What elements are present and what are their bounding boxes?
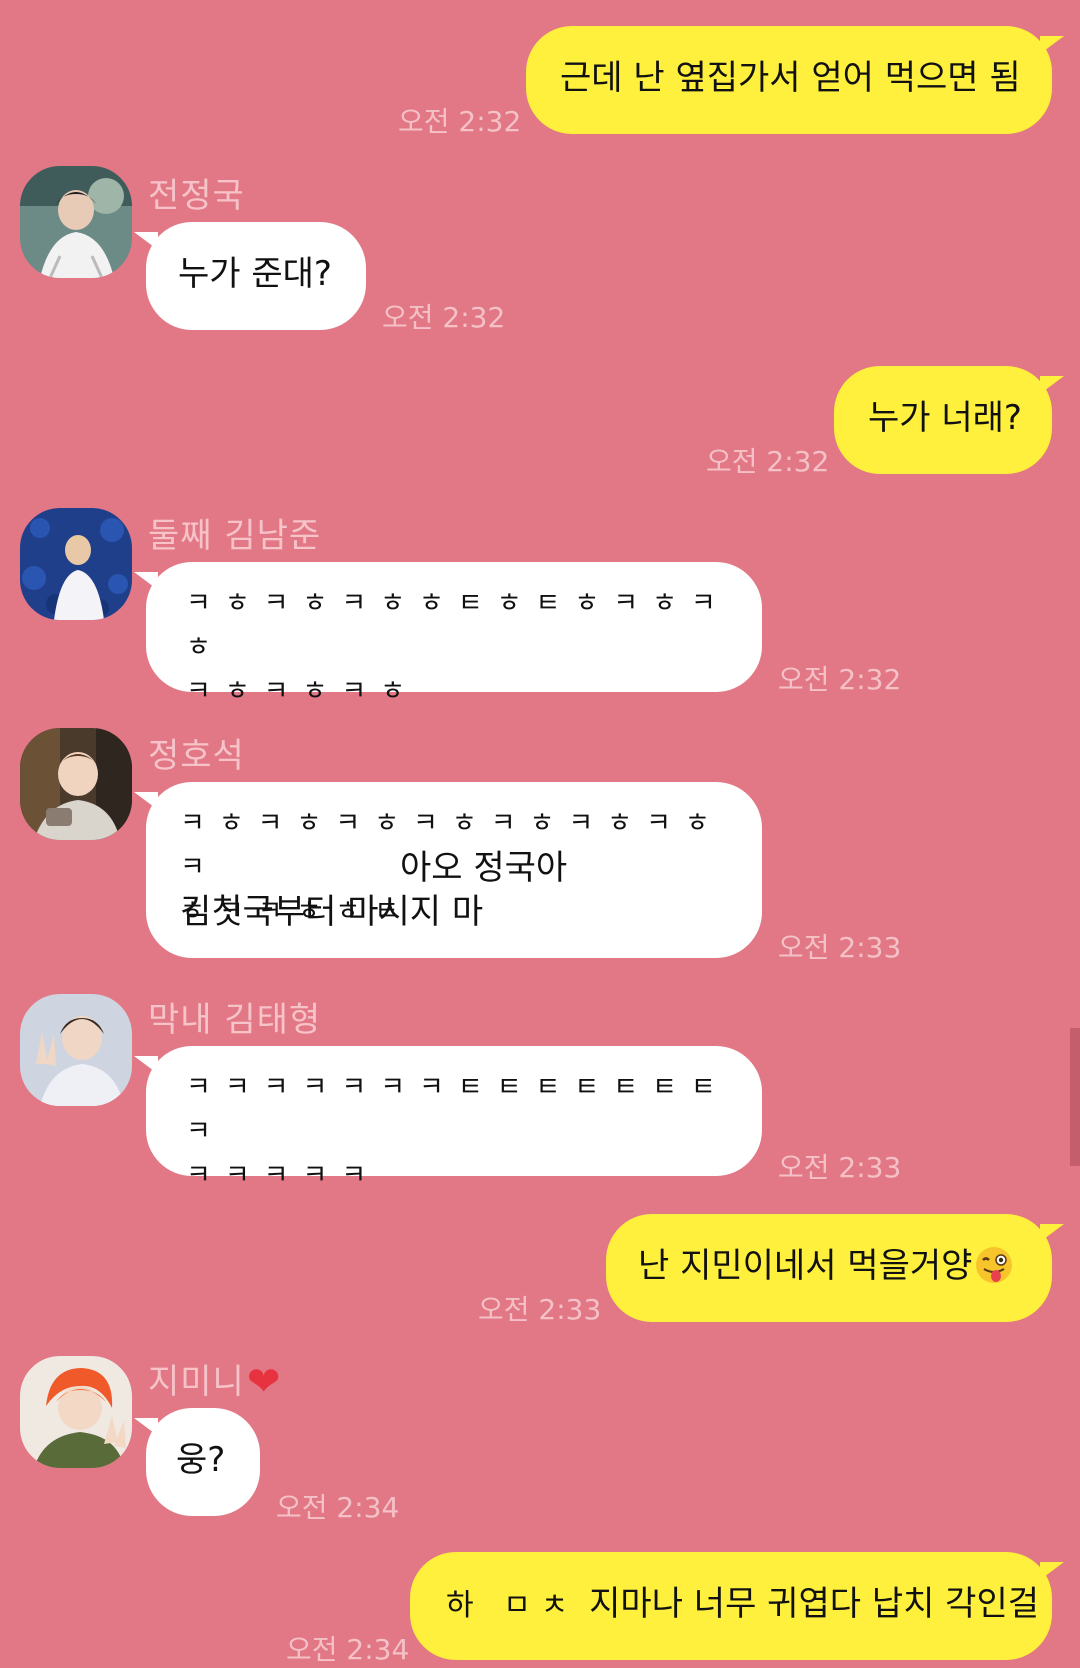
incoming-message-bubble[interactable]: ㅋㅎㅋㅎㅋㅎㅎㅌㅎㅌㅎㅋㅎㅋㅎ ㅋㅎㅋㅎㅋㅎ [134, 562, 762, 707]
message-time: 오전 2:34 [276, 1491, 400, 1524]
message-time: 오전 2:33 [778, 1151, 902, 1184]
bubble-tail [134, 232, 158, 250]
bubble-tail [134, 792, 158, 810]
sender-name: 막내 김태형 [148, 1000, 322, 1040]
laugh-text: 하 ㅁㅊ [446, 1588, 579, 1623]
incoming-message-bubble[interactable]: 누가 준대? [134, 222, 366, 330]
outgoing-message-bubble[interactable]: 하 ㅁㅊ 지마나 너무 귀엽다 납치 각인걸 [410, 1552, 1064, 1660]
message-text: 웅? [176, 1440, 226, 1480]
message-time: 오전 2:32 [778, 663, 902, 696]
outgoing-message-bubble[interactable]: 근데 난 옆집가서 얻어 먹으면 됨 [526, 26, 1064, 134]
outgoing-message-bubble[interactable]: 난 지민이네서 먹을거양 [606, 1214, 1064, 1322]
message-time: 오전 2:33 [478, 1293, 602, 1326]
bubble-tail [1040, 1224, 1064, 1242]
message-text: ㅋㅋㅋㅋㅋㅋㅋㅌㅌㅌㅌㅌㅌㅌㅋ ㅋㅋㅋㅋㅋ [186, 1072, 730, 1191]
heart-icon: ❤ [246, 1359, 282, 1405]
message-time: 오전 2:34 [286, 1633, 410, 1666]
message-text: 난 지민이네서 먹을거양 [638, 1244, 1052, 1288]
sender-name: 지미니❤ [148, 1354, 281, 1405]
message-time: 오전 2:32 [706, 445, 830, 478]
sender-name-text: 지미니 [148, 1362, 245, 1402]
bubble-tail [134, 1418, 158, 1436]
message-text-body: 아오 정국아 김칫국부터 마시지 마 [180, 848, 568, 932]
winking-tongue-emoji-icon [976, 1247, 1013, 1283]
incoming-message-bubble[interactable]: ㅋㅎㅋㅎㅋㅎㅋㅎㅋㅎㅋㅎㅋㅎㅋ ㅎㅋㅋㅎㅎㅌ 아오 정국아 김칫국부터 마시지 … [134, 782, 762, 958]
avatar-jimin[interactable] [20, 1356, 132, 1468]
incoming-message-bubble[interactable]: 웅? [134, 1408, 260, 1516]
bubble-tail [134, 572, 158, 590]
bubble-tail [1040, 36, 1064, 54]
bubble-tail [1040, 1562, 1064, 1580]
message-text: 하 ㅁㅊ 지마나 너무 귀엽다 납치 각인걸 [446, 1582, 1052, 1628]
avatar-hoseok[interactable] [20, 728, 132, 840]
message-text: 누가 준대? [178, 254, 332, 294]
bubble-tail [134, 1056, 158, 1074]
avatar-jungkook[interactable] [20, 166, 132, 278]
sender-name: 정호석 [148, 736, 245, 776]
sender-name: 둘째 김남준 [148, 516, 322, 556]
outgoing-message-bubble[interactable]: 누가 너래? [834, 366, 1064, 474]
message-text: ㅋㅎㅋㅎㅋㅎㅎㅌㅎㅌㅎㅋㅎㅋㅎ ㅋㅎㅋㅎㅋㅎ [186, 588, 730, 707]
incoming-message-bubble[interactable]: ㅋㅋㅋㅋㅋㅋㅋㅌㅌㅌㅌㅌㅌㅌㅋ ㅋㅋㅋㅋㅋ [134, 1046, 762, 1191]
message-text-body: 지마나 너무 귀엽다 납치 각인걸 [589, 1584, 1040, 1624]
message-time: 오전 2:32 [382, 301, 506, 334]
message-text: 누가 너래? [868, 398, 1022, 438]
avatar-taehyung[interactable] [20, 994, 132, 1106]
message-text-body: 난 지민이네서 먹을거양 [638, 1246, 973, 1286]
avatar-namjoon[interactable] [20, 508, 132, 620]
message-time: 오전 2:33 [778, 931, 902, 964]
bubble-tail [1040, 376, 1064, 394]
scrollbar[interactable] [1070, 1028, 1080, 1166]
message-time: 오전 2:32 [398, 105, 522, 138]
message-text: ㅋㅎㅋㅎㅋㅎㅋㅎㅋㅎㅋㅎㅋㅎㅋ ㅎㅋㅋㅎㅎㅌ 아오 정국아 김칫국부터 마시지 … [180, 802, 762, 934]
sender-name: 전정국 [148, 176, 245, 216]
message-text: 근데 난 옆집가서 얻어 먹으면 됨 [560, 58, 1021, 98]
